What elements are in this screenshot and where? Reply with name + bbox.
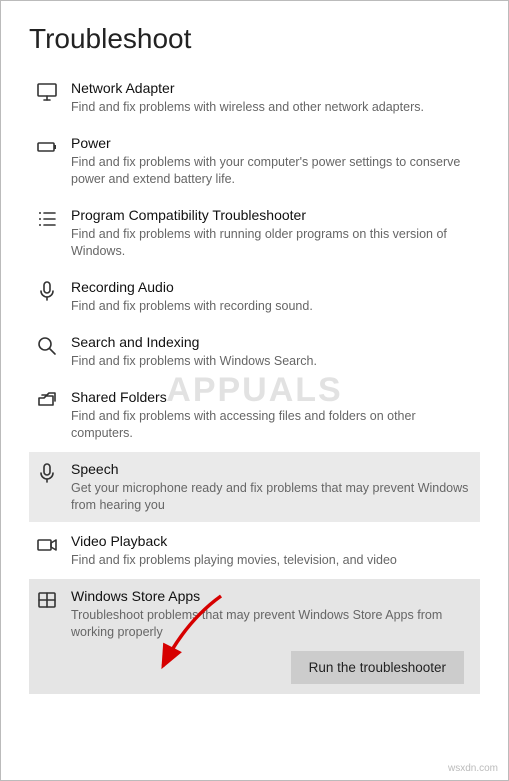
item-title: Network Adapter bbox=[71, 79, 472, 97]
item-title: Shared Folders bbox=[71, 388, 472, 406]
troubleshooter-item-windows-store-apps[interactable]: Windows Store Apps Troubleshoot problems… bbox=[29, 579, 480, 694]
item-desc: Find and fix problems with accessing fil… bbox=[71, 408, 472, 442]
item-desc: Find and fix problems with Windows Searc… bbox=[71, 353, 472, 370]
video-icon bbox=[33, 534, 61, 556]
troubleshooter-item-network-adapter[interactable]: Network Adapter Find and fix problems wi… bbox=[29, 71, 480, 124]
troubleshooter-item-recording-audio[interactable]: Recording Audio Find and fix problems wi… bbox=[29, 270, 480, 323]
troubleshooter-item-shared-folders[interactable]: Shared Folders Find and fix problems wit… bbox=[29, 380, 480, 450]
item-title: Windows Store Apps bbox=[71, 587, 472, 605]
item-desc: Find and fix problems with wireless and … bbox=[71, 99, 472, 116]
troubleshooter-item-speech[interactable]: Speech Get your microphone ready and fix… bbox=[29, 452, 480, 522]
troubleshooter-list: Network Adapter Find and fix problems wi… bbox=[29, 71, 480, 694]
item-title: Video Playback bbox=[71, 532, 472, 550]
item-desc: Find and fix problems with your computer… bbox=[71, 154, 472, 188]
store-icon bbox=[33, 589, 61, 611]
troubleshooter-item-power[interactable]: Power Find and fix problems with your co… bbox=[29, 126, 480, 196]
item-desc: Find and fix problems with running older… bbox=[71, 226, 472, 260]
mic-icon bbox=[33, 462, 61, 484]
list-icon bbox=[33, 208, 61, 230]
item-desc: Find and fix problems with recording sou… bbox=[71, 298, 472, 315]
item-title: Search and Indexing bbox=[71, 333, 472, 351]
run-troubleshooter-button[interactable]: Run the troubleshooter bbox=[291, 651, 464, 684]
monitor-icon bbox=[33, 81, 61, 103]
item-desc: Troubleshoot problems that may prevent W… bbox=[71, 607, 472, 641]
folders-icon bbox=[33, 390, 61, 412]
item-title: Program Compatibility Troubleshooter bbox=[71, 206, 472, 224]
battery-icon bbox=[33, 136, 61, 158]
mic-icon bbox=[33, 280, 61, 302]
troubleshooter-item-video-playback[interactable]: Video Playback Find and fix problems pla… bbox=[29, 524, 480, 577]
item-title: Recording Audio bbox=[71, 278, 472, 296]
search-icon bbox=[33, 335, 61, 357]
troubleshooter-item-program-compatibility-troubleshooter[interactable]: Program Compatibility Troubleshooter Fin… bbox=[29, 198, 480, 268]
item-desc: Find and fix problems playing movies, te… bbox=[71, 552, 472, 569]
item-desc: Get your microphone ready and fix proble… bbox=[71, 480, 472, 514]
item-title: Power bbox=[71, 134, 472, 152]
troubleshooter-item-search-and-indexing[interactable]: Search and Indexing Find and fix problem… bbox=[29, 325, 480, 378]
footer-site: wsxdn.com bbox=[448, 763, 498, 774]
page-title: Troubleshoot bbox=[29, 23, 480, 55]
item-title: Speech bbox=[71, 460, 472, 478]
